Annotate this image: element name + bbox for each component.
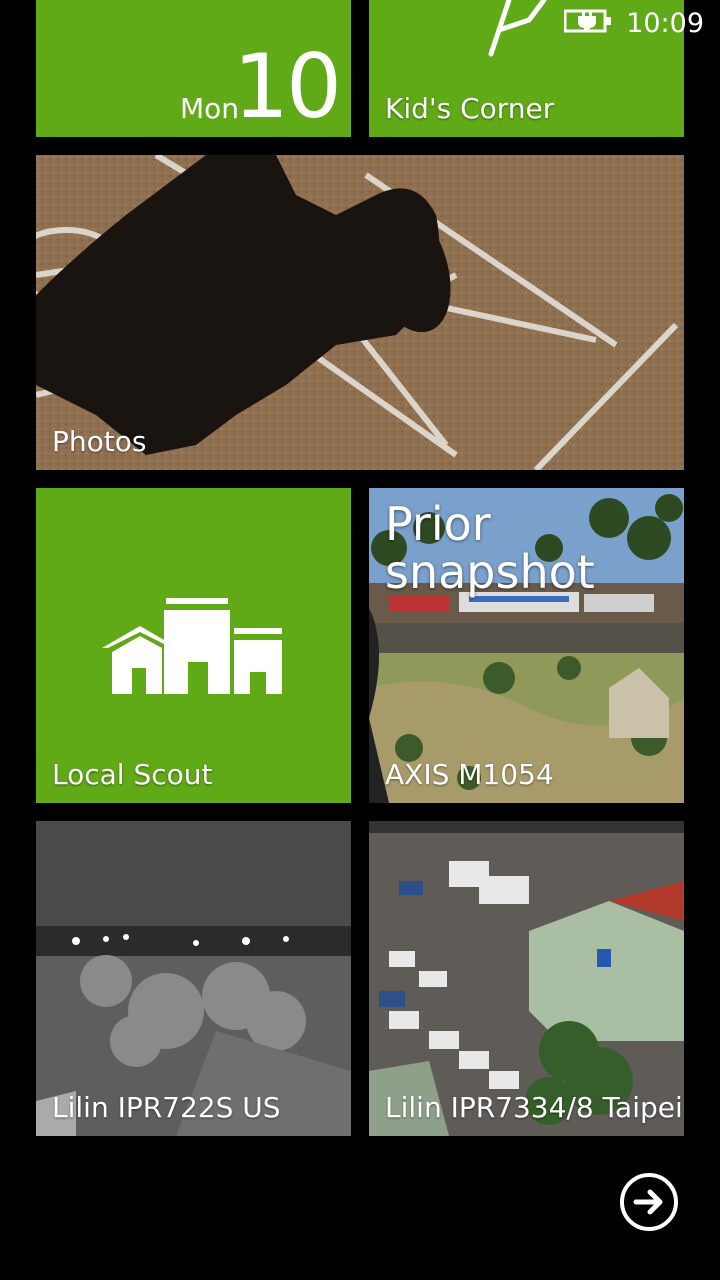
lilin-us-label: Lilin IPR722S US — [52, 1091, 281, 1124]
lilin-us-night-image — [36, 821, 351, 1136]
kids-corner-label: Kid's Corner — [385, 92, 555, 125]
calendar-tile[interactable]: Mon 10 — [36, 0, 351, 137]
lilin-taipei-camera-tile[interactable]: Lilin IPR7334/8 Taipei — [369, 821, 684, 1136]
arrow-right-circle-icon — [633, 1189, 663, 1215]
photos-label: Photos — [52, 425, 147, 458]
battery-charging-icon — [563, 8, 612, 38]
local-scout-label: Local Scout — [52, 758, 213, 791]
calendar-day: Mon — [180, 92, 240, 125]
lilin-taipei-parking-image — [369, 821, 684, 1136]
axis-camera-tile[interactable]: Prior snapshot AXIS M1054 — [369, 488, 684, 803]
status-bar: 10:09 — [563, 0, 720, 46]
axis-prior-snapshot-caption: Prior snapshot — [385, 500, 595, 596]
lilin-us-camera-tile[interactable]: Lilin IPR722S US — [36, 821, 351, 1136]
all-apps-arrow-button[interactable] — [620, 1173, 678, 1231]
local-scout-tile[interactable]: Local Scout — [36, 488, 351, 803]
local-scout-buildings-icon — [102, 598, 282, 694]
axis-label: AXIS M1054 — [385, 758, 554, 791]
lilin-taipei-label: Lilin IPR7334/8 Taipei — [385, 1091, 683, 1124]
status-time: 10:09 — [626, 7, 704, 39]
calendar-date: 10 — [233, 35, 342, 137]
prior-snapshot-text: Prior snapshot — [385, 497, 595, 599]
photos-tile[interactable]: Photos — [36, 155, 684, 470]
photos-hopscotch-image — [36, 155, 684, 470]
